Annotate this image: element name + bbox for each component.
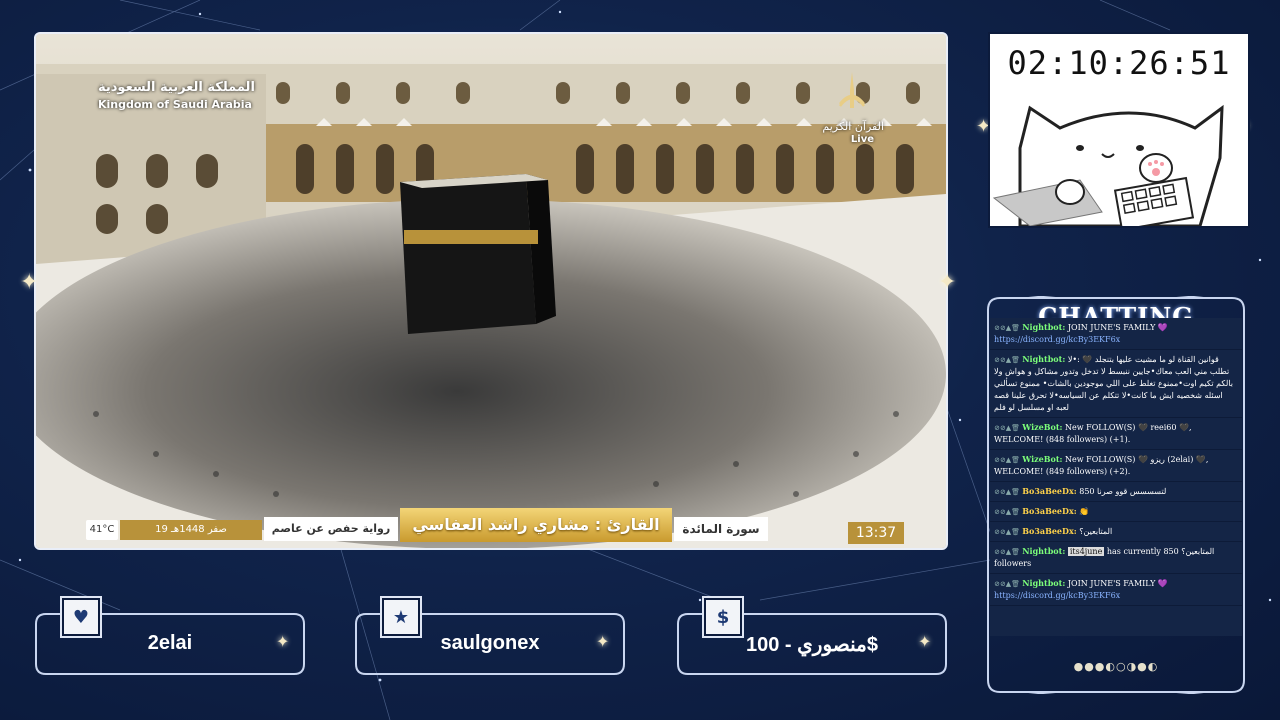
- lower-third-bar: 41°C 19 صفر 1448هـ رواية حفص عن عاصم الق…: [84, 508, 904, 544]
- chat-mention-tag: its4june: [1067, 547, 1105, 556]
- riwaya-label: رواية حفص عن عاصم: [264, 517, 398, 541]
- latest-subscriber-box: ★ saulgonex ✦: [354, 598, 626, 676]
- live-indicator: Live: [850, 134, 874, 145]
- video-player[interactable]: المملكة العربية السعودية Kingdom of Saud…: [34, 32, 948, 550]
- chat-badges-icon: ⊘⊘▲🗑: [994, 528, 1023, 536]
- saudi-emblem-icon: [839, 72, 865, 108]
- chat-badges-icon: ⊘⊘▲🗑: [994, 548, 1023, 556]
- bongo-cat-icon: [992, 104, 1224, 226]
- chat-link[interactable]: https://discord.gg/kcBy3EKF6x: [994, 335, 1120, 344]
- chat-text: 👏: [1079, 507, 1090, 516]
- chat-message: ⊘⊘▲🗑 Nightbot: قوانين القناة لو ما مشيت …: [990, 350, 1242, 418]
- chat-message: ⊘⊘▲🗑 Bo3aBeeDx: لتسسسس قوو صرنا 850: [990, 482, 1242, 502]
- reciter-label: القارئ : مشاري راشد العفاسي: [400, 508, 672, 542]
- chat-username[interactable]: Bo3aBeeDx:: [1022, 486, 1076, 496]
- sparkle-icon: ✦: [938, 270, 957, 295]
- channel-name: القرآن الكريم: [822, 120, 884, 133]
- chat-message: ⊘⊘▲🗑 Nightbot: JOIN JUNE'S FAMILY 💜 https…: [990, 318, 1242, 350]
- chat-username[interactable]: Nightbot:: [1022, 546, 1065, 556]
- chat-badges-icon: ⊘⊘▲🗑: [994, 456, 1023, 464]
- latest-follower-box: ♥ 2elai ✦: [34, 598, 306, 676]
- chat-badges-icon: ⊘⊘▲🗑: [994, 508, 1023, 516]
- chat-username[interactable]: Bo3aBeeDx:: [1022, 526, 1076, 536]
- chat-username[interactable]: WizeBot:: [1022, 422, 1062, 432]
- latest-subscriber-name: saulgonex: [440, 632, 540, 654]
- sparkle-icon: ✦: [918, 632, 932, 651]
- chat-message: ⊘⊘▲🗑 Nightbot: JOIN JUNE'S FAMILY 💜 https…: [990, 574, 1242, 606]
- chat-badges-icon: ⊘⊘▲🗑: [994, 424, 1023, 432]
- sparkle-icon: ✦: [596, 632, 610, 651]
- chat-message: ⊘⊘▲🗑 WizeBot: New FOLLOW(S) 🖤 reei60 🖤, …: [990, 418, 1242, 450]
- chat-message: ⊘⊘▲🗑 WizeBot: New FOLLOW(S) 🖤 ريزو (2ela…: [990, 450, 1242, 482]
- latest-follower-name: 2elai: [147, 632, 193, 654]
- kaaba-live-scene: [36, 34, 946, 548]
- country-name-english: Kingdom of Saudi Arabia: [98, 98, 252, 111]
- chat-badges-icon: ⊘⊘▲🗑: [994, 324, 1023, 332]
- chat-text: المتابعين؟: [1079, 527, 1113, 536]
- sparkle-icon: ✦: [276, 632, 290, 651]
- chat-message-list[interactable]: ⊘⊘▲🗑 Nightbot: JOIN JUNE'S FAMILY 💜 https…: [990, 318, 1242, 636]
- chat-badges-icon: ⊘⊘▲🗑: [994, 580, 1023, 588]
- latest-donation-box: $ منصوري - 100$ ✦: [676, 598, 948, 676]
- chat-message: ⊘⊘▲🗑 Nightbot: its4june has currently 85…: [990, 542, 1242, 574]
- moon-phases-decoration: ●●●◐○◑●◐: [1073, 660, 1159, 673]
- temperature-label: 41°C: [86, 520, 118, 540]
- chat-username[interactable]: Nightbot:: [1022, 354, 1065, 364]
- latest-donation-text: منصوري - 100$: [745, 634, 878, 656]
- sparkle-icon: ✦: [20, 270, 39, 295]
- dollar-icon: $: [704, 598, 742, 636]
- chat-username[interactable]: Nightbot:: [1022, 578, 1065, 588]
- chat-badges-icon: ⊘⊘▲🗑: [994, 488, 1023, 496]
- chat-username[interactable]: Bo3aBeeDx:: [1022, 506, 1076, 516]
- chat-link[interactable]: https://discord.gg/kcBy3EKF6x: [994, 591, 1120, 600]
- hijri-date-label: 19 صفر 1448هـ: [120, 520, 262, 540]
- chat-text: لتسسسس قوو صرنا 850: [1079, 487, 1167, 496]
- chat-panel: CHATTING ⊘⊘▲🗑 Nightbot: JOIN JUNE'S FAMI…: [986, 296, 1246, 694]
- chat-text: JOIN JUNE'S FAMILY 💜: [1067, 323, 1168, 332]
- chat-message: ⊘⊘▲🗑 Bo3aBeeDx: 👏: [990, 502, 1242, 522]
- country-name-arabic: المملكة العربية السعودية: [98, 80, 255, 95]
- chat-username[interactable]: WizeBot:: [1022, 454, 1062, 464]
- chat-message: ⊘⊘▲🗑 Bo3aBeeDx: المتابعين؟: [990, 522, 1242, 542]
- heart-icon: ♥: [62, 598, 100, 636]
- stream-timer-panel: 02:10:26:51: [988, 32, 1250, 228]
- video-clock: 13:37: [848, 522, 904, 544]
- chat-badges-icon: ⊘⊘▲🗑: [994, 356, 1023, 364]
- chat-text: JOIN JUNE'S FAMILY 💜: [1067, 579, 1168, 588]
- chat-username[interactable]: Nightbot:: [1022, 322, 1065, 332]
- surah-label: سورة المائدة: [674, 517, 768, 541]
- stream-timer: 02:10:26:51: [1007, 44, 1231, 82]
- star-icon: ★: [382, 598, 420, 636]
